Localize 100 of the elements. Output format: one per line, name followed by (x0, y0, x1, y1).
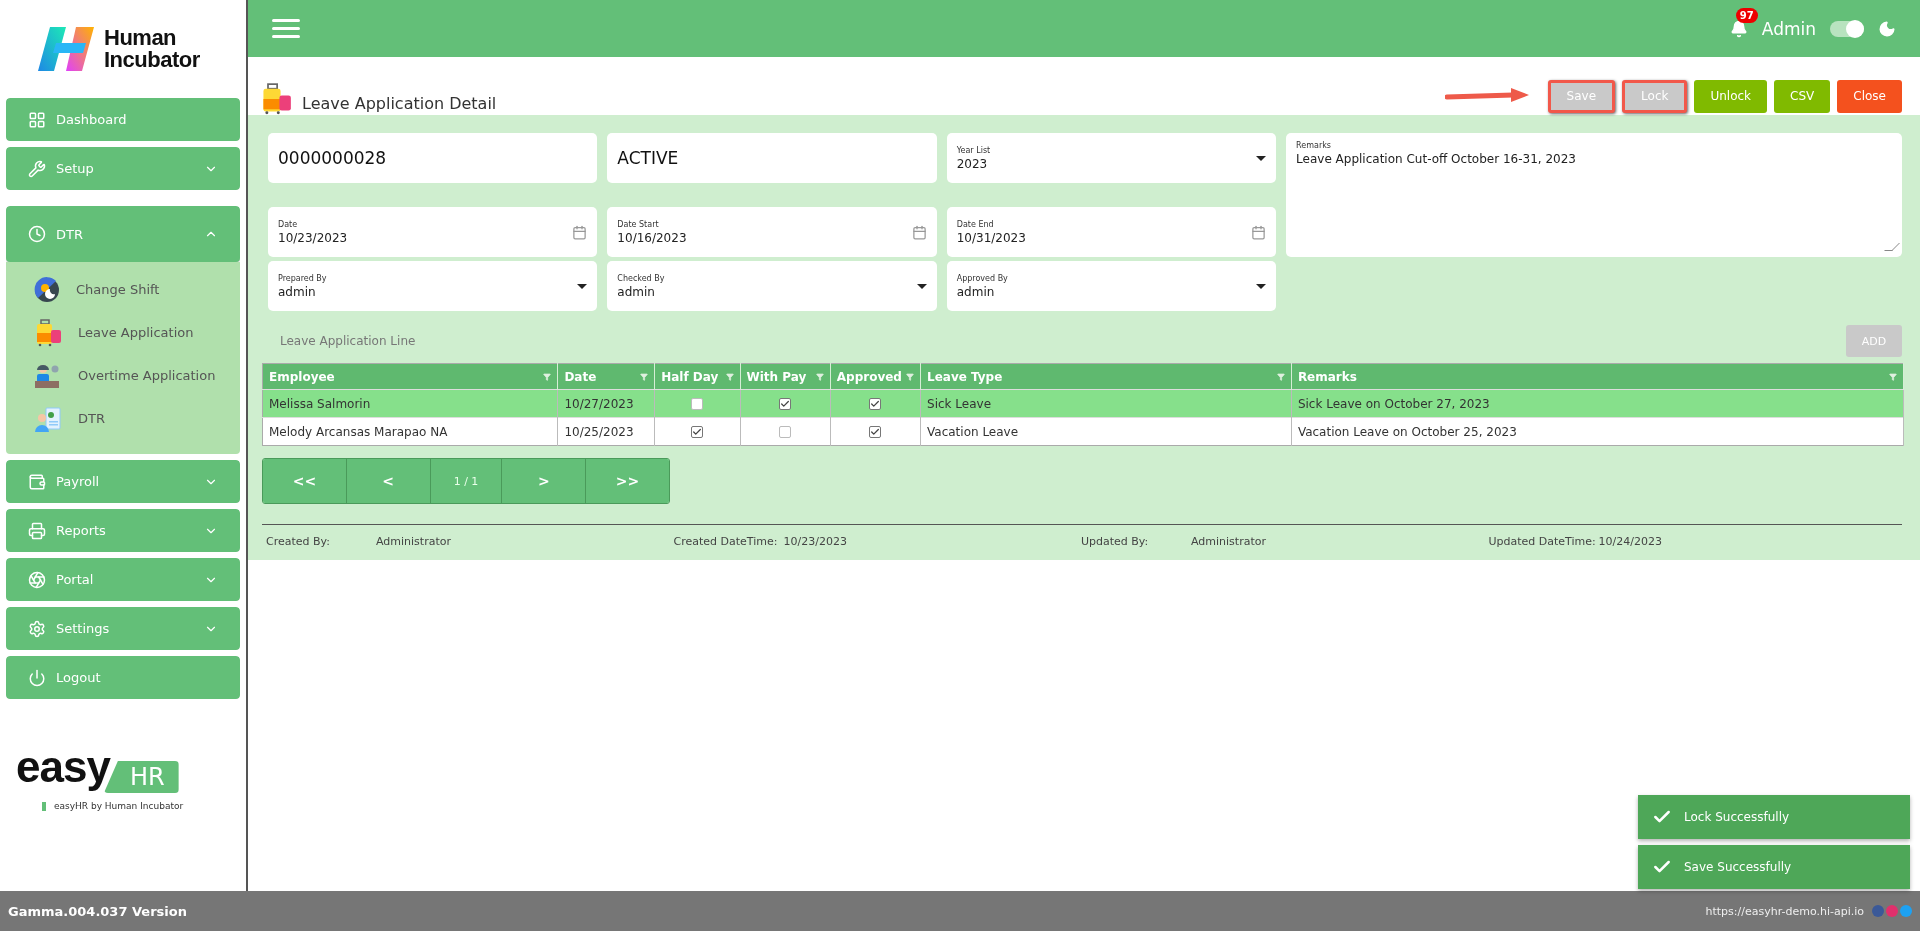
table-row[interactable]: Melissa Salmorin 10/27/2023 Sick Leave Sick Leave on October 27, 2023 (262, 389, 1904, 418)
audit-value: 10/24/2023 (1598, 535, 1663, 548)
menu-item-icon (28, 570, 46, 589)
user-name[interactable]: Admin (1761, 18, 1816, 39)
submenu-item[interactable]: Overtime Application (6, 354, 240, 397)
menu-item-icon (28, 668, 46, 687)
audit-value: 10/23/2023 (783, 535, 848, 548)
menu-icon[interactable] (272, 19, 300, 38)
checkbox[interactable] (779, 398, 792, 410)
audit-label: Created DateTime: (673, 535, 779, 548)
filter-icon[interactable] (543, 372, 552, 381)
version-text: Gamma.004.037 Version (8, 903, 187, 919)
instagram-icon[interactable] (1886, 905, 1898, 917)
menu-item-icon (28, 225, 46, 243)
column-header[interactable]: Employee (262, 363, 558, 390)
success-toast: Lock Successfully (1638, 795, 1910, 839)
audit-value: Administrator (1191, 535, 1267, 548)
brand-name: Human Incubator (104, 27, 200, 71)
date-field[interactable]: Date Start 10/16/2023 (607, 207, 937, 257)
audit-label: Created By: (266, 535, 331, 548)
pagination-button[interactable]: << (263, 459, 347, 503)
filter-icon[interactable] (725, 372, 734, 381)
calendar-icon (911, 224, 927, 240)
sidebar-item[interactable]: Dashboard (6, 98, 240, 141)
table-cell: Vacation Leave on October 25, 2023 (1291, 417, 1904, 446)
checkbox[interactable] (691, 398, 704, 410)
filter-icon[interactable] (640, 372, 649, 381)
status-field[interactable]: ACTIVE (607, 133, 937, 183)
table-cell: Melody Arcansas Marapao NA (262, 417, 558, 446)
sidebar-item[interactable]: Reports (6, 509, 240, 552)
table-cell: Vacation Leave (920, 417, 1292, 446)
notification-bell[interactable] (1729, 19, 1748, 38)
twitter-icon[interactable] (1900, 905, 1912, 917)
menu-item-icon (28, 619, 46, 638)
facebook-icon[interactable] (1872, 905, 1884, 917)
audit-label: Updated By: (1081, 535, 1150, 548)
column-header[interactable]: Date (557, 363, 655, 390)
table-row[interactable]: Melody Arcansas Marapao NA 10/25/2023 Vacation Leave Vacation Leave on October 25, 2023 (262, 417, 1904, 446)
theme-toggle[interactable] (1830, 20, 1864, 37)
audit-label: Updated DateTime: (1488, 535, 1597, 548)
pagination-button[interactable]: < (346, 459, 431, 503)
number-field[interactable]: 0000000028 (268, 133, 598, 183)
table-cell: 10/27/2023 (557, 389, 655, 418)
user-select[interactable]: Checked By admin (607, 261, 937, 311)
submenu-item[interactable]: DTR (6, 397, 240, 440)
filter-icon[interactable] (815, 372, 824, 381)
filter-icon[interactable] (1276, 372, 1285, 381)
column-header[interactable]: Approved (830, 363, 921, 390)
close-button[interactable]: Close (1837, 79, 1902, 113)
page-indicator: 1 / 1 (430, 459, 503, 503)
sidebar-item[interactable]: Portal (6, 558, 240, 601)
submenu-item[interactable]: Leave Application (6, 311, 240, 354)
page-title: Leave Application Detail (302, 94, 497, 113)
column-header[interactable]: With Pay (740, 363, 831, 390)
table-cell: 10/25/2023 (557, 417, 655, 446)
menu-item-icon (28, 159, 46, 178)
checkbox[interactable] (869, 426, 882, 438)
submenu-item[interactable]: Change Shift (6, 268, 240, 311)
column-header[interactable]: Half Day (654, 363, 740, 390)
day-night-icon (34, 276, 60, 303)
remarks-field[interactable]: Remarks Leave Application Cut-off October 16-31, 2023 (1286, 133, 1902, 257)
sidebar-item[interactable]: Payroll (6, 460, 240, 503)
pagination-button[interactable]: >> (586, 459, 669, 503)
date-field[interactable]: Date End 10/31/2023 (946, 207, 1277, 257)
user-select[interactable]: Prepared By admin (268, 261, 598, 311)
checkbox[interactable] (691, 426, 704, 438)
pagination-button[interactable]: > (502, 459, 587, 503)
notification-count: 97 (1735, 7, 1758, 23)
luggage-icon (34, 318, 62, 347)
user-select[interactable]: Approved By admin (946, 261, 1277, 311)
column-header[interactable]: Leave Type (920, 363, 1292, 390)
filter-icon[interactable] (1889, 372, 1897, 381)
checkbox[interactable] (779, 426, 792, 438)
year-select[interactable]: Year List 2023 (946, 133, 1277, 183)
unlock-button[interactable]: Unlock (1694, 79, 1768, 113)
table-cell: Melissa Salmorin (262, 389, 558, 418)
sidebar-item[interactable]: DTR (6, 206, 240, 262)
menu-item-icon (28, 472, 46, 491)
luggage-icon (260, 83, 292, 115)
table-cell: Sick Leave on October 27, 2023 (1291, 389, 1904, 418)
sidebar-item[interactable]: Logout (6, 656, 240, 699)
logo-tagline: easyHR by Human Incubator (54, 801, 184, 811)
calendar-icon (572, 224, 588, 240)
checkbox[interactable] (869, 398, 882, 410)
table-cell: Sick Leave (920, 389, 1292, 418)
moon-icon (1878, 19, 1896, 38)
csv-button[interactable]: CSV (1774, 79, 1831, 113)
menu-item-icon (28, 521, 46, 540)
site-link[interactable]: https://easyhr-demo.hi-api.io (1705, 904, 1864, 918)
sidebar-item[interactable]: Setup (6, 147, 240, 190)
filter-icon[interactable] (906, 372, 914, 381)
audit-value: Administrator (376, 535, 452, 548)
person-with-checklist-icon (34, 404, 62, 433)
date-field[interactable]: Date 10/23/2023 (268, 207, 598, 257)
sidebar-item[interactable]: Settings (6, 607, 240, 650)
calendar-icon (1251, 224, 1267, 240)
column-header[interactable]: Remarks (1291, 363, 1904, 390)
success-toast: Save Successfully (1638, 845, 1910, 889)
section-title: Leave Application Line (280, 334, 416, 348)
menu-item-icon (28, 110, 46, 129)
